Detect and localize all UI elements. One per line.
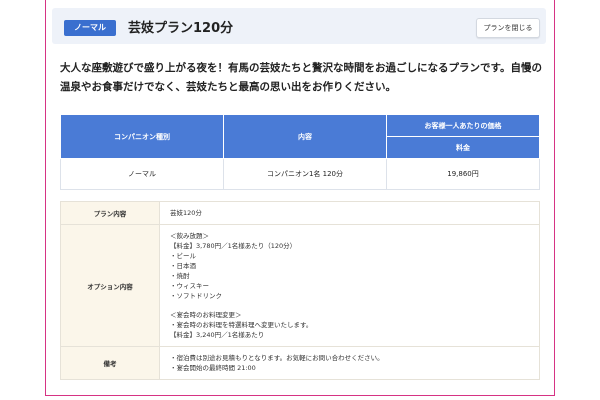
row-value-notes: ・宿泊費は別途お見積もりとなります。お気軽にお問い合わせください。 ・宴会開始の… <box>159 346 540 380</box>
row-label-plan: プラン内容 <box>60 201 160 225</box>
options-line: ・日本酒 <box>170 262 196 270</box>
plan-detail-panel: ノーマル 芸妓プラン120分 プランを閉じる 大人な座敷遊びで盛り上がる夜を！有… <box>45 0 555 396</box>
options-line: ＜宴会時のお料理変更＞ <box>170 311 242 319</box>
cell-type: ノーマル <box>60 158 224 190</box>
plan-title: 芸妓プラン120分 <box>128 21 234 36</box>
plan-description: 大人な座敷遊びで盛り上がる夜を！有馬の芸妓たちと贅沢な時間をお過ごしになるプラン… <box>60 62 542 93</box>
row-label-notes: 備考 <box>60 346 160 380</box>
options-line: 【料金】3,240円／1名様あたり <box>170 331 265 339</box>
row-label-options: オプション内容 <box>60 224 160 347</box>
options-line: 【料金】3,780円／1名様あたり（120分） <box>170 242 297 250</box>
notes-line: ・宴会開始の最終時間 21:00 <box>170 364 256 372</box>
options-line: ・焼酎 <box>170 272 190 280</box>
plan-header: ノーマル 芸妓プラン120分 プランを閉じる <box>52 8 546 44</box>
options-line: ・ビール <box>170 252 196 260</box>
table-row: オプション内容 ＜飲み放題＞ 【料金】3,780円／1名様あたり（120分） ・… <box>60 224 540 347</box>
options-line: ・宴会時のお料理を特選料理へ変更いたします。 <box>170 321 313 329</box>
col-header-content: 内容 <box>223 114 387 159</box>
notes-line: ・宿泊費は別途お見積もりとなります。お気軽にお問い合わせください。 <box>170 354 384 362</box>
row-value-options: ＜飲み放題＞ 【料金】3,780円／1名様あたり（120分） ・ビール ・日本酒… <box>159 224 540 347</box>
price-table: コンパニオン種別 内容 お客様一人あたりの価格 料金 ノーマル コンパニオン1名… <box>60 114 540 190</box>
table-row: ノーマル コンパニオン1名 120分 19,860円 <box>60 158 540 190</box>
col-header-type: コンパニオン種別 <box>60 114 224 159</box>
options-line: ・ソフトドリンク <box>170 292 222 300</box>
cell-fee: 19,860円 <box>386 158 540 190</box>
col-header-fee: 料金 <box>386 136 540 159</box>
plan-detail-table: プラン内容 芸妓120分 オプション内容 ＜飲み放題＞ 【料金】3,780円／1… <box>60 201 540 380</box>
plan-type-badge: ノーマル <box>64 20 116 36</box>
col-header-price-group: お客様一人あたりの価格 <box>386 114 540 137</box>
options-line: ＜飲み放題＞ <box>170 232 209 240</box>
options-line: ・ウィスキー <box>170 282 209 290</box>
row-value-plan: 芸妓120分 <box>159 201 540 225</box>
cell-content: コンパニオン1名 120分 <box>223 158 387 190</box>
table-row: 備考 ・宿泊費は別途お見積もりとなります。お気軽にお問い合わせください。 ・宴会… <box>60 346 540 380</box>
table-row: プラン内容 芸妓120分 <box>60 201 540 225</box>
close-plan-button[interactable]: プランを閉じる <box>476 18 540 38</box>
